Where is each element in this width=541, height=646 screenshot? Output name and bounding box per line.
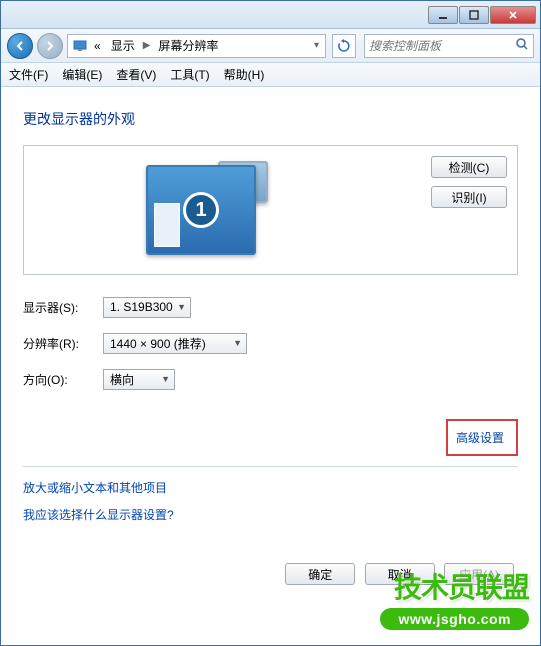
chevron-down-icon: ▼ <box>161 374 170 384</box>
arrow-left-icon <box>14 40 26 52</box>
display-value: 1. S19B300 <box>110 300 173 314</box>
breadcrumb-item-display[interactable]: 显示 <box>107 37 139 54</box>
divider <box>23 466 518 467</box>
chevron-down-icon: ▼ <box>233 338 242 348</box>
refresh-icon <box>337 39 351 53</box>
arrow-right-icon <box>44 40 56 52</box>
breadcrumb-item-resolution[interactable]: 屏幕分辨率 <box>154 37 222 54</box>
refresh-button[interactable] <box>332 34 356 58</box>
enlarge-text-link[interactable]: 放大或缩小文本和其他项目 <box>23 479 518 496</box>
menubar: 文件(F) 编辑(E) 查看(V) 工具(T) 帮助(H) <box>1 63 540 87</box>
close-button[interactable] <box>490 6 536 24</box>
page-title: 更改显示器的外观 <box>23 109 518 129</box>
resolution-label: 分辨率(R): <box>23 335 103 352</box>
titlebar <box>1 1 540 29</box>
monitor-icon <box>72 38 88 54</box>
search-input[interactable] <box>369 39 529 53</box>
detect-button[interactable]: 检测(C) <box>431 156 507 178</box>
which-display-link[interactable]: 我应该选择什么显示器设置? <box>23 506 518 523</box>
nav-forward-button[interactable] <box>37 33 63 59</box>
orientation-label: 方向(O): <box>23 371 103 388</box>
navigation-bar: « 显示 ▶ 屏幕分辨率 ▾ <box>1 29 540 63</box>
minimize-button[interactable] <box>428 6 458 24</box>
cancel-button[interactable]: 取消 <box>365 563 435 585</box>
resolution-value: 1440 × 900 (推荐) <box>110 335 206 352</box>
nav-back-button[interactable] <box>7 33 33 59</box>
menu-tools[interactable]: 工具(T) <box>170 66 209 83</box>
orientation-dropdown[interactable]: 横向 ▼ <box>103 369 175 390</box>
chevron-right-icon: ▶ <box>141 40 153 51</box>
menu-file[interactable]: 文件(F) <box>9 66 48 83</box>
breadcrumb[interactable]: « 显示 ▶ 屏幕分辨率 ▾ <box>67 34 326 58</box>
chevron-down-icon[interactable]: ▾ <box>312 40 321 51</box>
display-label: 显示器(S): <box>23 299 103 316</box>
identify-button[interactable]: 识别(I) <box>431 186 507 208</box>
advanced-settings-link[interactable]: 高级设置 <box>456 431 504 445</box>
maximize-button[interactable] <box>459 6 489 24</box>
menu-view[interactable]: 查看(V) <box>116 66 156 83</box>
chevron-down-icon: ▼ <box>177 302 186 312</box>
apply-button[interactable]: 应用(A) <box>444 563 514 585</box>
ok-button[interactable]: 确定 <box>285 563 355 585</box>
orientation-value: 横向 <box>110 371 134 388</box>
highlight-box: 高级设置 <box>446 419 518 456</box>
breadcrumb-prefix[interactable]: « <box>90 39 105 53</box>
display-dropdown[interactable]: 1. S19B300 ▼ <box>103 297 191 318</box>
search-icon[interactable] <box>515 37 529 54</box>
menu-help[interactable]: 帮助(H) <box>224 66 265 83</box>
monitor-preview-area: 1 检测(C) 识别(I) <box>23 145 518 275</box>
action-bar: 确定 取消 应用(A) <box>23 563 518 585</box>
monitor-number-badge: 1 <box>183 192 219 228</box>
monitor-graphic-primary[interactable]: 1 <box>146 165 256 255</box>
menu-edit[interactable]: 编辑(E) <box>62 66 102 83</box>
resolution-dropdown[interactable]: 1440 × 900 (推荐) ▼ <box>103 333 247 354</box>
search-box[interactable] <box>364 34 534 58</box>
